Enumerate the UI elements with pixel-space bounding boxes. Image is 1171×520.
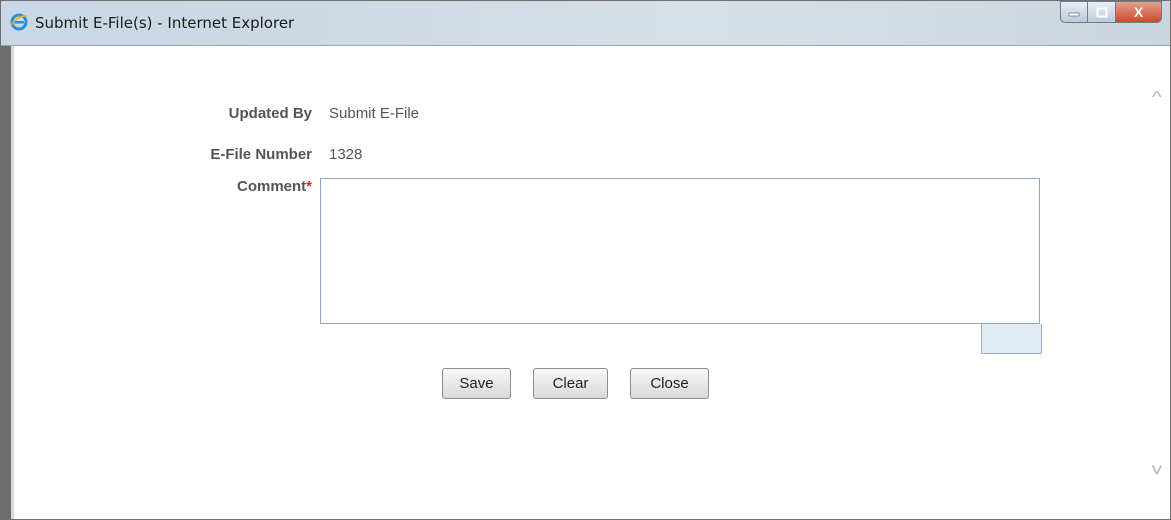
scroll-up-icon[interactable]: ^ (1152, 89, 1162, 107)
minimize-button[interactable] (1060, 1, 1088, 23)
resize-handle[interactable] (981, 324, 1042, 354)
comment-textarea[interactable] (320, 178, 1040, 324)
close-window-button[interactable]: X (1116, 1, 1162, 23)
updated-by-label: Updated By (228, 105, 312, 122)
maximize-button[interactable] (1088, 1, 1116, 23)
window-title: Submit E-File(s) - Internet Explorer (35, 14, 295, 32)
left-border-inner (11, 46, 14, 519)
efile-number-label: E-File Number (210, 146, 312, 163)
ie-icon (10, 13, 28, 31)
title-bar[interactable]: Submit E-File(s) - Internet Explorer X (1, 1, 1170, 46)
maximize-icon (1096, 7, 1107, 17)
close-icon: X (1133, 4, 1144, 20)
left-border (1, 46, 11, 519)
save-button[interactable]: Save (442, 368, 511, 399)
comment-label: Comment* (237, 178, 312, 195)
close-button[interactable]: Close (630, 368, 709, 399)
scroll-down-icon[interactable]: v (1152, 461, 1162, 479)
required-marker: * (306, 178, 312, 195)
updated-by-value: Submit E-File (329, 105, 420, 122)
efile-number-value: 1328 (329, 146, 363, 163)
minimize-icon (1068, 12, 1080, 17)
clear-button[interactable]: Clear (533, 368, 608, 399)
browser-window: Submit E-File(s) - Internet Explorer X U… (0, 0, 1171, 520)
comment-label-text: Comment (236, 178, 307, 195)
window-controls: X (1060, 1, 1162, 25)
